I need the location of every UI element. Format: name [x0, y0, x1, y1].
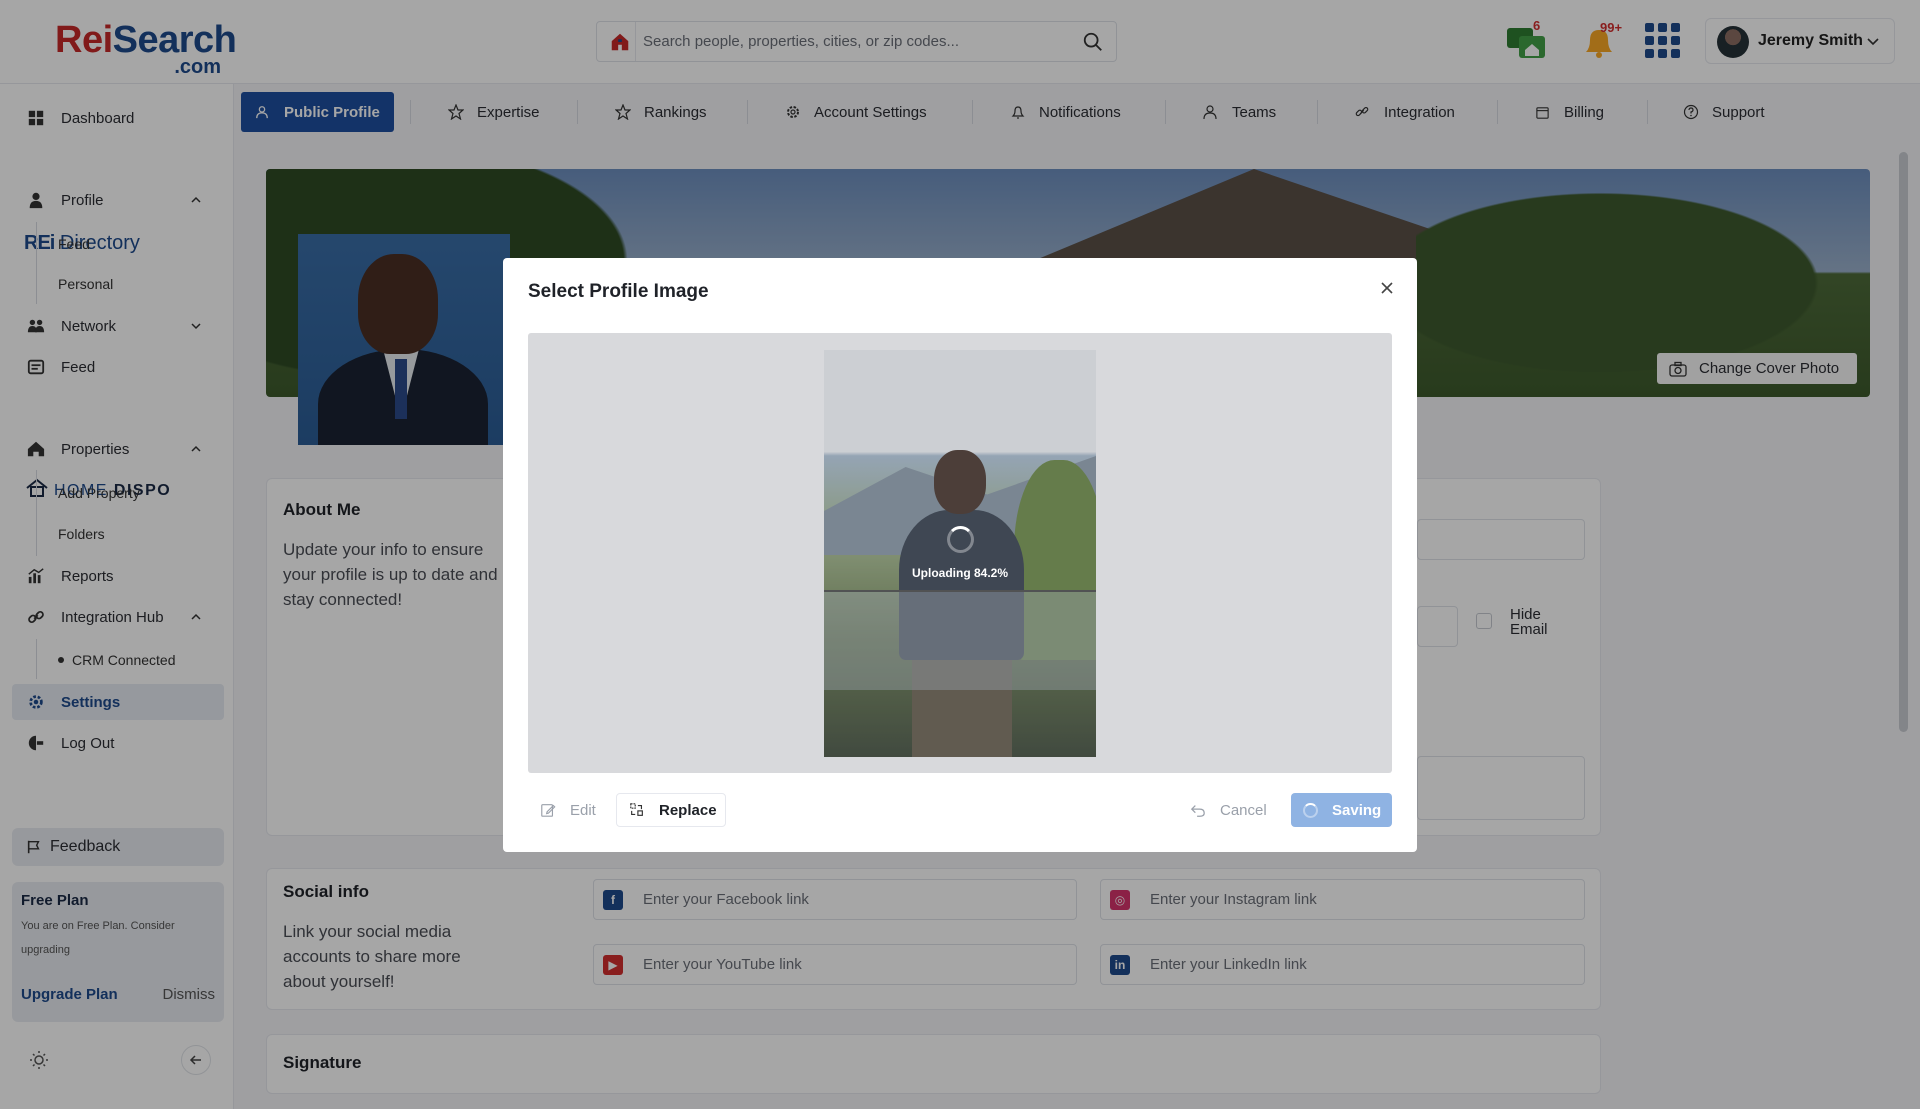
saving-button[interactable]: Saving — [1291, 793, 1392, 827]
edit-label: Edit — [570, 801, 596, 819]
replace-label: Replace — [659, 801, 717, 819]
image-preview-area: Uploading 84.2% — [528, 333, 1392, 773]
replace-icon — [628, 801, 646, 819]
close-icon[interactable] — [1379, 280, 1395, 296]
replace-button[interactable]: Replace — [616, 793, 726, 827]
uploaded-photo — [824, 350, 1096, 757]
upload-spinner-icon — [947, 526, 974, 553]
modal-title: Select Profile Image — [528, 281, 709, 302]
cancel-button[interactable]: Cancel — [1177, 793, 1273, 827]
edit-button[interactable]: Edit — [528, 793, 601, 827]
undo-icon — [1189, 801, 1207, 819]
select-profile-image-modal: Select Profile Image Uploading 84.2% Edi… — [503, 258, 1417, 852]
loading-spinner-icon — [1303, 802, 1318, 818]
cancel-label: Cancel — [1220, 801, 1267, 819]
saving-label: Saving — [1332, 801, 1382, 819]
upload-progress-text: Uploading 84.2% — [911, 566, 1009, 580]
pencil-icon — [539, 801, 557, 819]
